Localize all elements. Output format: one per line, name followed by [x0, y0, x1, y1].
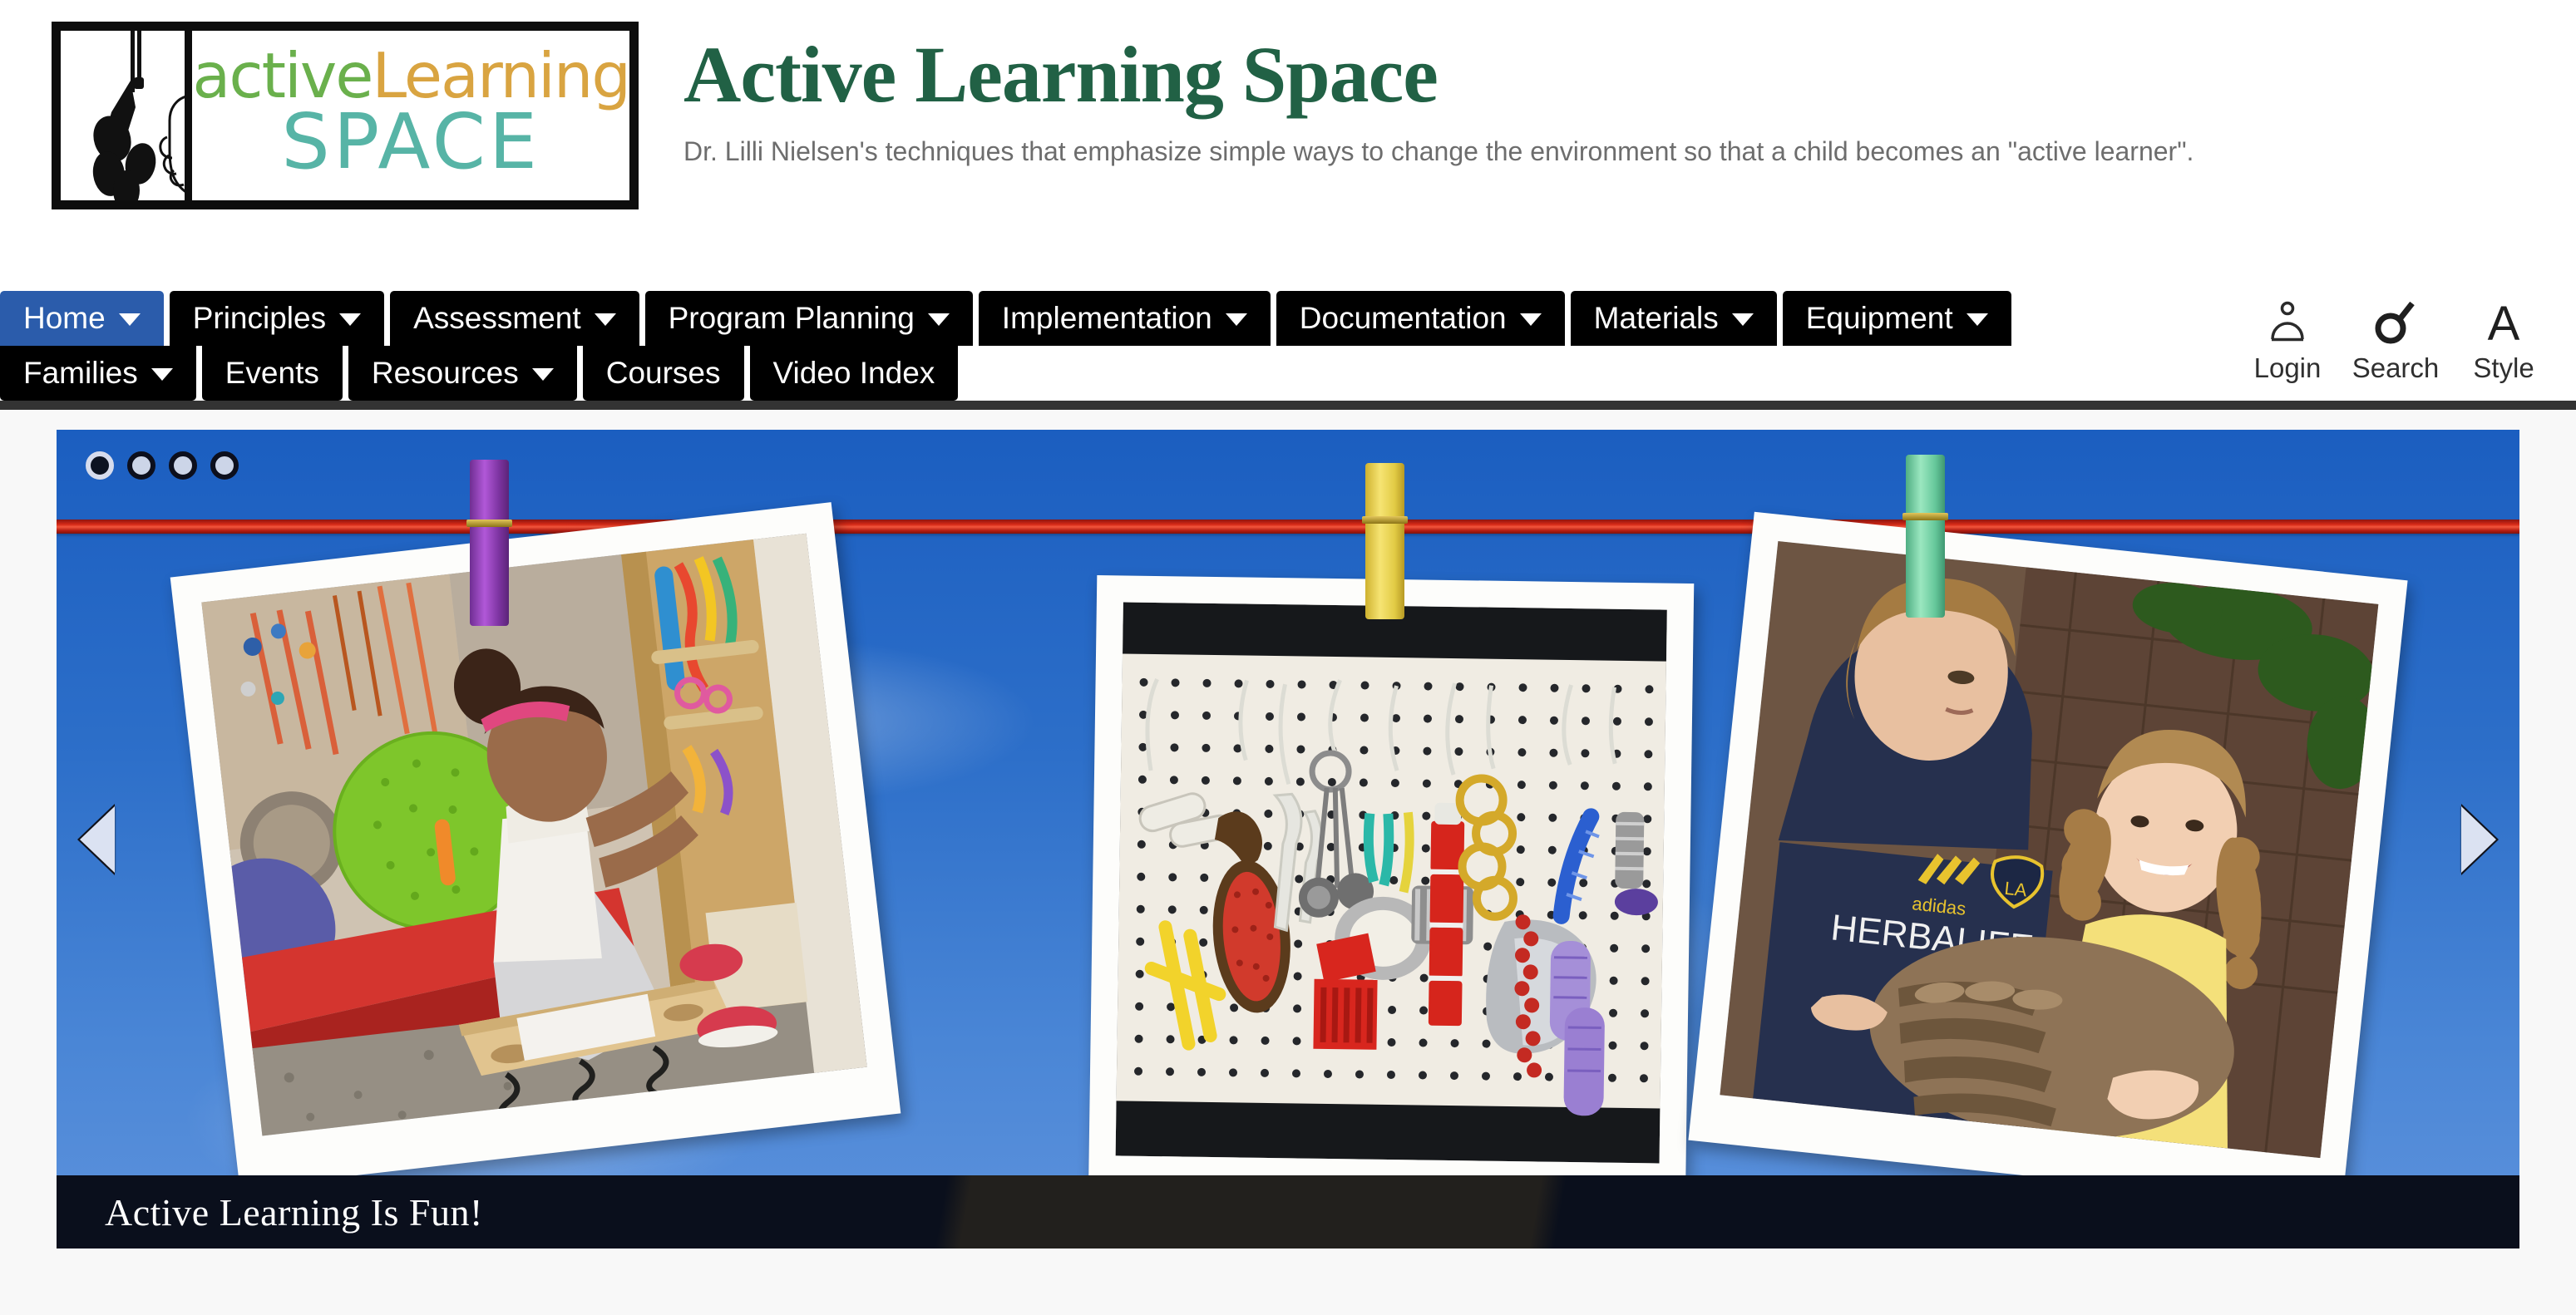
site-tagline: Dr. Lilli Nielsen's techniques that emph…	[683, 136, 2194, 166]
nav-item-courses[interactable]: Courses	[582, 346, 744, 401]
chevron-down-icon	[1966, 313, 1988, 326]
nav-item-video-index[interactable]: Video Index	[749, 346, 959, 401]
nav-item-label: Video Index	[772, 355, 935, 390]
utility-label-style: Style	[2473, 352, 2534, 383]
carousel-dot-4[interactable]	[210, 451, 239, 480]
page-title: Active Learning Space	[683, 30, 1439, 119]
slide-photo-1[interactable]	[170, 502, 901, 1189]
carousel-caption-text: Active Learning Is Fun!	[105, 1190, 483, 1234]
utility-menu: Login Search A Style	[2233, 296, 2558, 384]
nav-item-label: Documentation	[1299, 300, 1507, 335]
hanging-objects-and-hand-icon	[92, 31, 185, 200]
site-logo[interactable]: activeLearning SPACE	[52, 22, 639, 209]
nav-item-program-planning[interactable]: Program Planning	[644, 291, 973, 346]
chevron-down-icon	[1731, 313, 1754, 326]
chevron-down-icon	[594, 313, 616, 326]
carousel-dot-2[interactable]	[127, 451, 155, 480]
user-icon	[2233, 296, 2342, 349]
nav-item-label: Resources	[371, 355, 519, 390]
utility-item-login[interactable]: Login	[2233, 296, 2342, 384]
nav-item-label: Equipment	[1805, 300, 1953, 335]
clothesline	[57, 520, 2519, 534]
clothespin-yellow	[1362, 463, 1408, 619]
nav-item-label: Assessment	[413, 300, 581, 335]
carousel-prev-button[interactable]	[80, 805, 115, 873]
clothespin-green	[1902, 455, 1948, 618]
nav-row-primary: Home Principles Assessment Program Planning…	[0, 291, 2017, 346]
header-text-block: Active Learning Space Dr. Lilli Nielsen'…	[683, 22, 2194, 169]
carousel-stage: HERBALIFE adidas LA Active Learning Is F…	[0, 410, 2576, 1266]
chevron-down-icon	[151, 367, 173, 381]
nav-item-materials[interactable]: Materials	[1570, 291, 1777, 346]
nav-item-label: Implementation	[1001, 300, 1212, 335]
svg-text:A: A	[2488, 298, 2520, 347]
logo-word-space: SPACE	[281, 97, 541, 187]
carousel-dot-1[interactable]	[86, 451, 114, 480]
photo-child-exploring	[201, 533, 867, 1136]
nav-item-documentation[interactable]: Documentation	[1276, 291, 1565, 346]
carousel-caption-bar: Active Learning Is Fun!	[57, 1175, 2519, 1249]
nav-item-implementation[interactable]: Implementation	[978, 291, 1271, 346]
clothespin-purple	[466, 460, 512, 626]
photo-pegboard-objects	[1115, 602, 1667, 1164]
nav-item-events[interactable]: Events	[201, 346, 343, 401]
carousel-dot-3[interactable]	[169, 451, 197, 480]
utility-item-search[interactable]: Search	[2342, 296, 2450, 384]
nav-item-label: Families	[23, 355, 138, 390]
utility-label-search: Search	[2351, 352, 2440, 383]
nav-item-label: Program Planning	[668, 300, 915, 335]
slide-photo-2[interactable]	[1088, 575, 1695, 1215]
nav-item-label: Materials	[1593, 300, 1719, 335]
svg-text:LA: LA	[2003, 878, 2028, 901]
letter-a-icon: A	[2450, 296, 2558, 349]
utility-item-style[interactable]: A Style	[2450, 296, 2558, 384]
logo-wordmark: activeLearning SPACE	[192, 31, 631, 200]
nav-divider	[0, 401, 2576, 410]
chevron-down-icon	[1519, 313, 1542, 326]
nav-item-label: Courses	[605, 355, 721, 390]
nav-item-label: Principles	[192, 300, 327, 335]
nav-item-home[interactable]: Home	[0, 291, 164, 346]
search-icon	[2342, 296, 2450, 349]
photo-girl-with-bird: HERBALIFE adidas LA	[1720, 540, 2379, 1159]
logo-illustration-panel	[61, 31, 193, 200]
nav-row-secondary: Families Events Resources Courses Video Inde…	[0, 346, 964, 401]
chevron-down-icon	[1225, 313, 1247, 326]
nav-item-principles[interactable]: Principles	[169, 291, 385, 346]
utility-label-login: Login	[2253, 352, 2322, 383]
main-navigation: Home Principles Assessment Program Planning…	[0, 291, 2576, 410]
image-carousel[interactable]: HERBALIFE adidas LA Active Learning Is F…	[57, 430, 2519, 1249]
nav-item-label: Events	[225, 355, 319, 390]
chevron-down-icon	[118, 313, 141, 326]
chevron-down-icon	[531, 367, 554, 381]
carousel-dots[interactable]	[86, 451, 239, 480]
nav-item-resources[interactable]: Resources	[348, 346, 577, 401]
nav-item-families[interactable]: Families	[0, 346, 196, 401]
slide-photo-3[interactable]: HERBALIFE adidas LA	[1688, 511, 2408, 1209]
chevron-down-icon	[339, 313, 362, 326]
carousel-next-button[interactable]	[2461, 805, 2496, 873]
nav-item-assessment[interactable]: Assessment	[390, 291, 639, 346]
site-header: activeLearning SPACE Active Learning Spa…	[0, 0, 2576, 291]
nav-item-equipment[interactable]: Equipment	[1782, 291, 2011, 346]
chevron-down-icon	[927, 313, 950, 326]
nav-item-label: Home	[23, 300, 106, 335]
